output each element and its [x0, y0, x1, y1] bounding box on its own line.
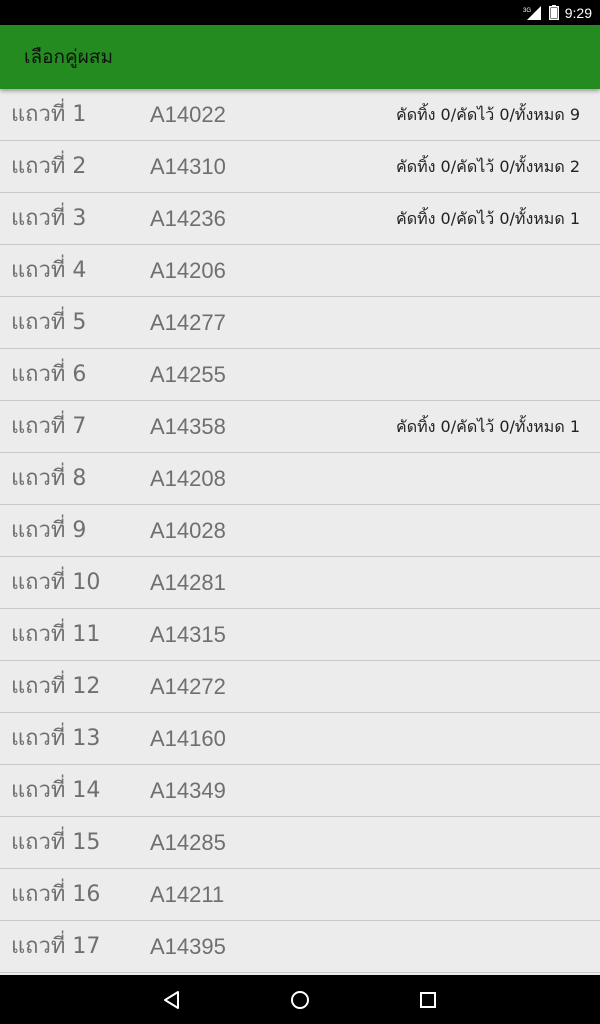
recents-square-icon	[420, 991, 436, 1008]
list-item[interactable]: แถวที่ 13 A14160	[0, 713, 600, 765]
row-code: A14272	[150, 674, 226, 699]
list-item[interactable]: แถวที่ 3 A14236 คัดทิ้ง 0/คัดไว้ 0/ทั้งหมด…	[0, 193, 600, 245]
back-triangle-icon	[164, 990, 179, 1009]
row-label: แถวที่ 17	[11, 934, 101, 959]
row-code: A14255	[150, 362, 226, 387]
row-code: A14395	[150, 934, 226, 959]
row-label: แถวที่ 2	[11, 154, 87, 179]
list-item[interactable]: แถวที่ 7 A14358 คัดทิ้ง 0/คัดไว้ 0/ทั้งหมด…	[0, 401, 600, 453]
row-code: A14281	[150, 570, 226, 595]
list-item[interactable]: แถวที่ 8 A14208	[0, 453, 600, 505]
row-label: แถวที่ 6	[11, 362, 87, 387]
navigation-bar	[0, 975, 600, 1024]
row-label: แถวที่ 9	[11, 518, 87, 543]
list-item[interactable]: แถวที่ 17 A14395	[0, 921, 600, 973]
row-code: A14236	[150, 206, 226, 231]
row-list[interactable]: แถวที่ 1 A14022 คัดทิ้ง 0/คัดไว้ 0/ทั้งหมด…	[0, 89, 600, 975]
app-bar: เลือกคู่ผสม	[0, 25, 600, 89]
row-code: A14277	[150, 310, 226, 335]
row-label: แถวที่ 5	[11, 310, 87, 335]
row-label: แถวที่ 16	[11, 882, 101, 907]
page-title: เลือกคู่ผสม	[24, 46, 114, 68]
row-label: แถวที่ 4	[11, 258, 87, 283]
network-type-text: 3G	[523, 8, 531, 14]
list-item[interactable]: แถวที่ 10 A14281	[0, 557, 600, 609]
row-stats: คัดทิ้ง 0/คัดไว้ 0/ทั้งหมด 2	[396, 157, 580, 176]
row-code: A14349	[150, 778, 226, 803]
row-label: แถวที่ 15	[11, 830, 101, 855]
row-code: A14315	[150, 622, 226, 647]
clock-time: 9:29	[564, 4, 592, 21]
row-label: แถวที่ 8	[11, 466, 87, 491]
row-label: แถวที่ 12	[11, 674, 101, 699]
row-label: แถวที่ 14	[11, 778, 101, 803]
row-label: แถวที่ 10	[11, 570, 101, 595]
back-button[interactable]	[142, 975, 202, 1024]
row-stats: คัดทิ้ง 0/คัดไว้ 0/ทั้งหมด 1	[396, 417, 580, 436]
home-circle-icon	[291, 990, 309, 1009]
row-code: A14211	[150, 882, 225, 907]
row-stats: คัดทิ้ง 0/คัดไว้ 0/ทั้งหมด 1	[396, 209, 580, 228]
list-item[interactable]: แถวที่ 5 A14277	[0, 297, 600, 349]
row-code: A14208	[150, 466, 226, 491]
list-item[interactable]: แถวที่ 11 A14315	[0, 609, 600, 661]
list-item[interactable]: แถวที่ 2 A14310 คัดทิ้ง 0/คัดไว้ 0/ทั้งหมด…	[0, 141, 600, 193]
list-item[interactable]: แถวที่ 9 A14028	[0, 505, 600, 557]
recents-button[interactable]	[398, 975, 458, 1024]
row-code: A14206	[150, 258, 226, 283]
list-item[interactable]: แถวที่ 12 A14272	[0, 661, 600, 713]
row-stats: คัดทิ้ง 0/คัดไว้ 0/ทั้งหมด 9	[396, 105, 580, 124]
row-label: แถวที่ 1	[11, 102, 87, 127]
list-item[interactable]: แถวที่ 6 A14255	[0, 349, 600, 401]
row-label: แถวที่ 13	[11, 726, 101, 751]
row-code: A14160	[150, 726, 226, 751]
row-label: แถวที่ 3	[11, 206, 87, 231]
battery-icon	[548, 5, 559, 20]
list-item[interactable]: แถวที่ 14 A14349	[0, 765, 600, 817]
row-code: A14285	[150, 830, 226, 855]
list-item[interactable]: แถวที่ 1 A14022 คัดทิ้ง 0/คัดไว้ 0/ทั้งหมด…	[0, 89, 600, 141]
status-icons: 3G 9:29	[523, 0, 592, 25]
row-code: A14310	[150, 154, 226, 179]
list-item[interactable]: แถวที่ 15 A14285	[0, 817, 600, 869]
status-bar: 3G 9:29	[0, 0, 600, 25]
row-code: A14358	[150, 414, 226, 439]
row-label: แถวที่ 7	[11, 414, 87, 439]
row-code: A14022	[150, 102, 226, 127]
row-code: A14028	[150, 518, 226, 543]
list-item[interactable]: แถวที่ 4 A14206	[0, 245, 600, 297]
list-item[interactable]: แถวที่ 16 A14211	[0, 869, 600, 921]
home-button[interactable]	[270, 975, 330, 1024]
signal-3g-icon: 3G	[523, 5, 541, 20]
row-label: แถวที่ 11	[11, 622, 101, 647]
